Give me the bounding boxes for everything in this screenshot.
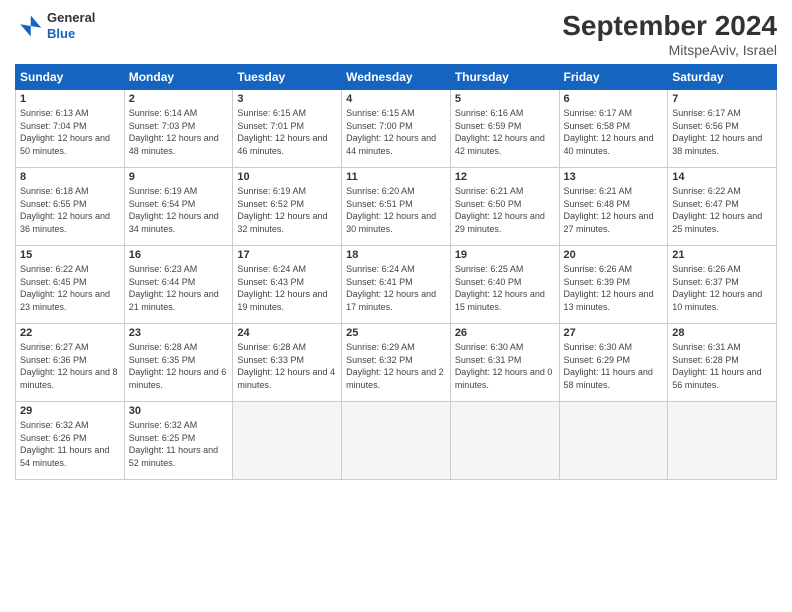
day-10: 10Sunrise: 6:19 AMSunset: 6:52 PMDayligh… [233, 168, 342, 246]
day-24: 24Sunrise: 6:28 AMSunset: 6:33 PMDayligh… [233, 324, 342, 402]
day-14: 14Sunrise: 6:22 AMSunset: 6:47 PMDayligh… [668, 168, 777, 246]
day-18: 18Sunrise: 6:24 AMSunset: 6:41 PMDayligh… [342, 246, 451, 324]
day-2: 2Sunrise: 6:14 AMSunset: 7:03 PMDaylight… [124, 90, 233, 168]
day-28: 28Sunrise: 6:31 AMSunset: 6:28 PMDayligh… [668, 324, 777, 402]
day-empty [559, 402, 668, 480]
day-30: 30Sunrise: 6:32 AMSunset: 6:25 PMDayligh… [124, 402, 233, 480]
header-wednesday: Wednesday [342, 65, 451, 90]
day-9: 9Sunrise: 6:19 AMSunset: 6:54 PMDaylight… [124, 168, 233, 246]
day-6: 6Sunrise: 6:17 AMSunset: 6:58 PMDaylight… [559, 90, 668, 168]
logo-line2: Blue [47, 26, 95, 42]
day-17: 17Sunrise: 6:24 AMSunset: 6:43 PMDayligh… [233, 246, 342, 324]
header-monday: Monday [124, 65, 233, 90]
day-19: 19Sunrise: 6:25 AMSunset: 6:40 PMDayligh… [450, 246, 559, 324]
day-22: 22Sunrise: 6:27 AMSunset: 6:36 PMDayligh… [16, 324, 125, 402]
day-3: 3Sunrise: 6:15 AMSunset: 7:01 PMDaylight… [233, 90, 342, 168]
day-21: 21Sunrise: 6:26 AMSunset: 6:37 PMDayligh… [668, 246, 777, 324]
day-16: 16Sunrise: 6:23 AMSunset: 6:44 PMDayligh… [124, 246, 233, 324]
logo-line1: General [47, 10, 95, 26]
header: General Blue September 2024 MitspeAviv, … [15, 10, 777, 58]
day-empty [668, 402, 777, 480]
day-1: 1Sunrise: 6:13 AMSunset: 7:04 PMDaylight… [16, 90, 125, 168]
day-11: 11Sunrise: 6:20 AMSunset: 6:51 PMDayligh… [342, 168, 451, 246]
day-29: 29Sunrise: 6:32 AMSunset: 6:26 PMDayligh… [16, 402, 125, 480]
day-5: 5Sunrise: 6:16 AMSunset: 6:59 PMDaylight… [450, 90, 559, 168]
logo-icon [15, 12, 43, 40]
day-12: 12Sunrise: 6:21 AMSunset: 6:50 PMDayligh… [450, 168, 559, 246]
month-title: September 2024 [562, 10, 777, 42]
calendar-container: General Blue September 2024 MitspeAviv, … [0, 0, 792, 490]
header-thursday: Thursday [450, 65, 559, 90]
title-section: September 2024 MitspeAviv, Israel [562, 10, 777, 58]
day-25: 25Sunrise: 6:29 AMSunset: 6:32 PMDayligh… [342, 324, 451, 402]
day-13: 13Sunrise: 6:21 AMSunset: 6:48 PMDayligh… [559, 168, 668, 246]
calendar-table: Sunday Monday Tuesday Wednesday Thursday… [15, 64, 777, 480]
logo: General Blue [15, 10, 95, 41]
weekday-header-row: Sunday Monday Tuesday Wednesday Thursday… [16, 65, 777, 90]
day-4: 4Sunrise: 6:15 AMSunset: 7:00 PMDaylight… [342, 90, 451, 168]
day-26: 26Sunrise: 6:30 AMSunset: 6:31 PMDayligh… [450, 324, 559, 402]
day-23: 23Sunrise: 6:28 AMSunset: 6:35 PMDayligh… [124, 324, 233, 402]
location: MitspeAviv, Israel [562, 42, 777, 58]
header-friday: Friday [559, 65, 668, 90]
header-sunday: Sunday [16, 65, 125, 90]
day-8: 8Sunrise: 6:18 AMSunset: 6:55 PMDaylight… [16, 168, 125, 246]
day-empty [233, 402, 342, 480]
day-empty [342, 402, 451, 480]
day-empty [450, 402, 559, 480]
day-27: 27Sunrise: 6:30 AMSunset: 6:29 PMDayligh… [559, 324, 668, 402]
logo-text: General Blue [47, 10, 95, 41]
header-tuesday: Tuesday [233, 65, 342, 90]
day-15: 15Sunrise: 6:22 AMSunset: 6:45 PMDayligh… [16, 246, 125, 324]
day-7: 7Sunrise: 6:17 AMSunset: 6:56 PMDaylight… [668, 90, 777, 168]
day-20: 20Sunrise: 6:26 AMSunset: 6:39 PMDayligh… [559, 246, 668, 324]
header-saturday: Saturday [668, 65, 777, 90]
